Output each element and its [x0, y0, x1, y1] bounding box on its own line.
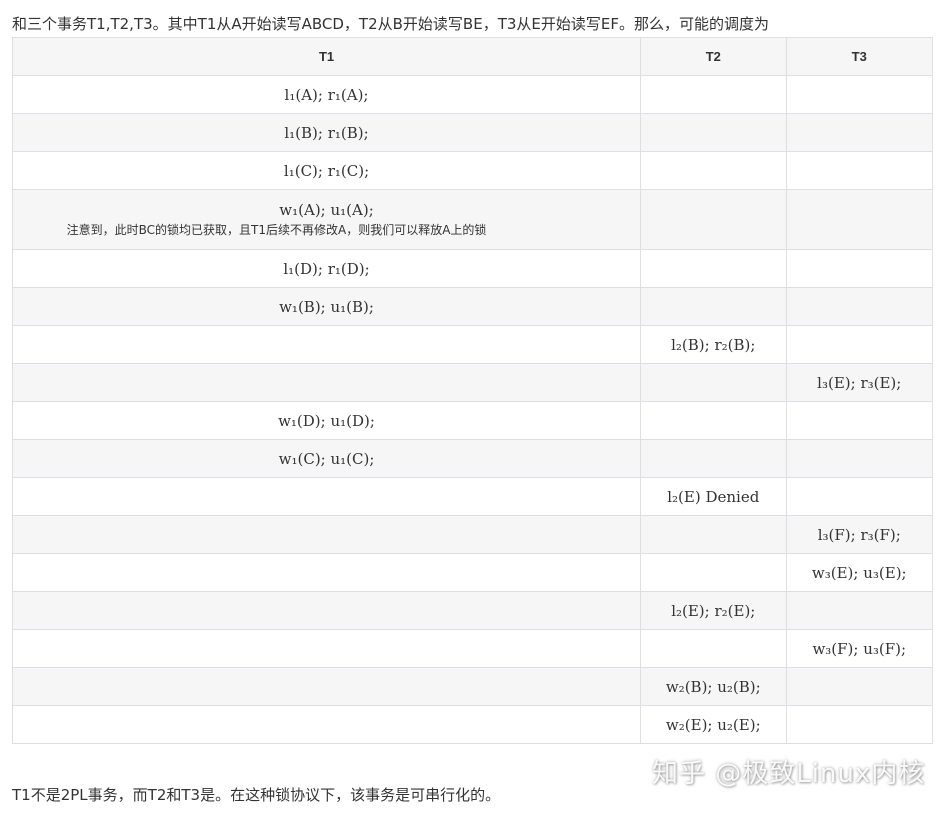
- cell-t2: l₂(E) Denied: [640, 477, 787, 516]
- cell-t1: l₁(D); r₁(D);: [11, 249, 642, 288]
- table-row: w₃(F); u₃(F);: [11, 629, 934, 668]
- cell-t2: [640, 113, 787, 152]
- cell-t1: [11, 629, 642, 668]
- schedule-table: T1 T2 T3 l₁(A); r₁(A); l₁(B); r₁(B); l₁(…: [11, 37, 934, 744]
- table-row: w₂(E); u₂(E);: [11, 705, 934, 744]
- cell-t3: w₃(F); u₃(F);: [785, 629, 934, 668]
- cell-t3: [785, 667, 934, 706]
- table-row: l₂(E) Denied: [11, 477, 934, 516]
- cell-t2: l₂(E); r₂(E);: [640, 591, 787, 630]
- cell-t1: [11, 325, 642, 364]
- cell-t2: w₂(B); u₂(B);: [640, 667, 787, 706]
- table-header-row: T1 T2 T3: [11, 37, 934, 76]
- cell-t3: [785, 113, 934, 152]
- cell-t1: l₁(C); r₁(C);: [11, 151, 642, 190]
- cell-t3: [785, 75, 934, 114]
- cell-t3: w₃(E); u₃(E);: [785, 553, 934, 592]
- table-row: l₁(A); r₁(A);: [11, 75, 934, 114]
- header-t1: T1: [11, 37, 642, 76]
- cell-t1: [11, 667, 642, 706]
- table-row: w₂(B); u₂(B);: [11, 667, 934, 706]
- cell-t2: [640, 75, 787, 114]
- table-row: l₂(E); r₂(E);: [11, 591, 934, 630]
- table-row: l₃(E); r₃(E);: [11, 363, 934, 402]
- cell-t2: [640, 287, 787, 326]
- cell-t3: [785, 249, 934, 288]
- table-row: w₁(A); u₁(A); 注意到，此时BC的锁均已获取，且T1后续不再修改A，…: [11, 189, 934, 250]
- cell-t1: [11, 515, 642, 554]
- table-row: l₃(F); r₃(F);: [11, 515, 934, 554]
- cell-t2: [640, 363, 787, 402]
- cell-t3: [785, 287, 934, 326]
- cell-t2: w₂(E); u₂(E);: [640, 705, 787, 744]
- cell-t1: [11, 477, 642, 516]
- cell-t2: [640, 515, 787, 554]
- zhihu-watermark: 知乎 @极致Linux内核: [652, 759, 926, 789]
- table-row: l₂(B); r₂(B);: [11, 325, 934, 364]
- header-t3: T3: [785, 37, 934, 76]
- cell-t1: w₁(A); u₁(A); 注意到，此时BC的锁均已获取，且T1后续不再修改A，…: [11, 189, 642, 250]
- intro-paragraph: 和三个事务T1,T2,T3。其中T1从A开始读写ABCD，T2从B开始读写BE，…: [12, 15, 769, 33]
- table-row: l₁(C); r₁(C);: [11, 151, 934, 190]
- cell-t3: [785, 401, 934, 440]
- table-row: w₁(B); u₁(B);: [11, 287, 934, 326]
- cell-t1-operation: w₁(A); u₁(A);: [279, 201, 374, 219]
- cell-t3: l₃(F); r₃(F);: [785, 515, 934, 554]
- table-row: w₁(C); u₁(C);: [11, 439, 934, 478]
- cell-t1-note: 注意到，此时BC的锁均已获取，且T1后续不再修改A，则我们可以释放A上的锁: [66, 223, 487, 237]
- table-row: w₁(D); u₁(D);: [11, 401, 934, 440]
- cell-t2: [640, 553, 787, 592]
- cell-t3: [785, 189, 934, 250]
- cell-t3: [785, 477, 934, 516]
- cell-t1: w₁(C); u₁(C);: [11, 439, 642, 478]
- cell-t3: [785, 591, 934, 630]
- cell-t1: [11, 591, 642, 630]
- cell-t3: [785, 151, 934, 190]
- cell-t1: l₁(A); r₁(A);: [11, 75, 642, 114]
- cell-t1: [11, 705, 642, 744]
- cell-t1: [11, 363, 642, 402]
- cell-t2: [640, 401, 787, 440]
- table-row: l₁(B); r₁(B);: [11, 113, 934, 152]
- cell-t3: [785, 705, 934, 744]
- conclusion-paragraph: T1不是2PL事务，而T2和T3是。在这种锁协议下，该事务是可串行化的。: [12, 786, 501, 804]
- cell-t3: l₃(E); r₃(E);: [785, 363, 934, 402]
- cell-t2: [640, 629, 787, 668]
- cell-t1: w₁(B); u₁(B);: [11, 287, 642, 326]
- cell-t1: w₁(D); u₁(D);: [11, 401, 642, 440]
- header-t2: T2: [640, 37, 787, 76]
- cell-t2: [640, 439, 787, 478]
- table-row: l₁(D); r₁(D);: [11, 249, 934, 288]
- cell-t3: [785, 325, 934, 364]
- cell-t2: l₂(B); r₂(B);: [640, 325, 787, 364]
- cell-t1: [11, 553, 642, 592]
- cell-t1: l₁(B); r₁(B);: [11, 113, 642, 152]
- cell-t2: [640, 249, 787, 288]
- cell-t2: [640, 151, 787, 190]
- table-row: w₃(E); u₃(E);: [11, 553, 934, 592]
- cell-t3: [785, 439, 934, 478]
- cell-t2: [640, 189, 787, 250]
